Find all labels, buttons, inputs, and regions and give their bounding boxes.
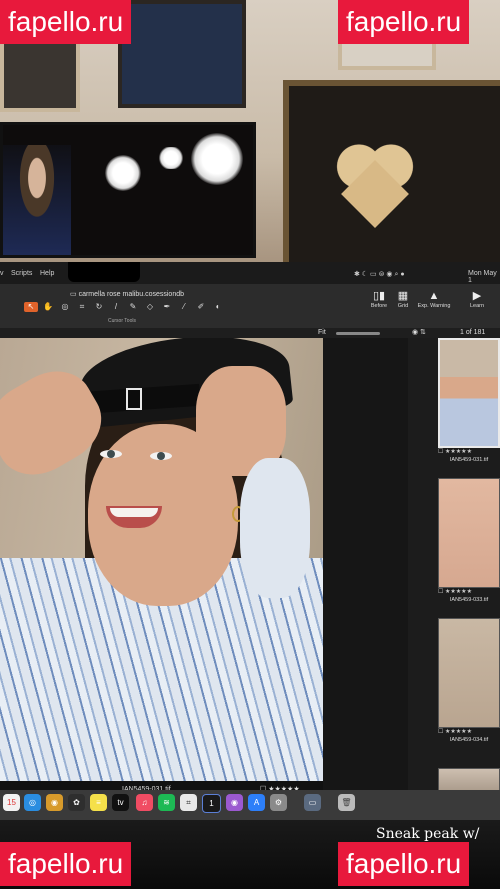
thumb-image bbox=[438, 618, 500, 728]
pipette-tool-icon[interactable]: ⁄ bbox=[177, 302, 191, 312]
cursor-toolbar: ↖ ✋ ◎ ⌗ ↻ / ✎ ◇ ✒ ⁄ ✐ ◐ bbox=[24, 302, 264, 314]
exp-warning-button[interactable]: ▲ Exp. Warning bbox=[416, 290, 452, 309]
photo-eye bbox=[150, 452, 172, 460]
grid-label: Grid bbox=[397, 303, 409, 309]
watermark-top-left: fapello.ru bbox=[0, 0, 132, 44]
photo-cap-buckle bbox=[126, 388, 142, 410]
thumb-stars-text[interactable]: ★★★★★ bbox=[445, 449, 472, 455]
loupe-tool-icon[interactable]: ◎ bbox=[58, 302, 72, 312]
warning-icon: ▲ bbox=[428, 290, 440, 302]
watermark-top-right: fapello.ru bbox=[338, 0, 470, 44]
onepassword-icon[interactable]: 1 bbox=[202, 794, 221, 813]
camera-notch bbox=[68, 262, 140, 282]
wall-frame bbox=[118, 0, 246, 108]
gradient-tool-icon[interactable]: ◐ bbox=[211, 302, 225, 312]
eraser-tool-icon[interactable]: ◇ bbox=[143, 302, 157, 312]
thumb-stars-text[interactable]: ★★★★★ bbox=[445, 729, 472, 735]
filmstrip-thumb[interactable]: ☐ ★★★★★ IAN5459-031.tif bbox=[438, 338, 500, 463]
thumb-image bbox=[438, 478, 500, 588]
menu-help[interactable]: Help bbox=[40, 270, 54, 277]
document-title-text: carmella rose malibu.cosessiondb bbox=[78, 291, 184, 298]
thumb-stars[interactable]: ☐ ★★★★★ bbox=[438, 588, 500, 597]
learn-label: Learn bbox=[469, 303, 485, 309]
cursor-tools-label: Cursor Tools bbox=[108, 318, 136, 324]
screenshot-icon[interactable]: ⌗ bbox=[180, 794, 197, 811]
photo-eye bbox=[100, 450, 122, 458]
overlay-caption: Sneak peak w/ bbox=[376, 826, 480, 842]
podcasts-icon[interactable]: ◉ bbox=[226, 794, 243, 811]
photo-sleeve bbox=[240, 458, 310, 598]
filmstrip-thumb[interactable]: ☐ ★★★★★ IAN5459-033.tif bbox=[438, 478, 500, 603]
laptop-screen: v Scripts Help ✱ ☾ ▭ ⊜ ◉ ⌕ ● Mon May 1 ▭… bbox=[0, 262, 500, 822]
grid-icon: ▦ bbox=[397, 290, 409, 302]
learn-icon: ▶ bbox=[472, 290, 482, 302]
crop-tool-icon[interactable]: ⌗ bbox=[75, 302, 89, 312]
grid-button[interactable]: ▦ Grid bbox=[388, 290, 418, 309]
thumb-stars[interactable]: ☐ ★★★★★ bbox=[438, 728, 500, 737]
cursor-tool-icon[interactable]: ↖ bbox=[24, 302, 38, 312]
thumb-filename: IAN5459-031.tif bbox=[449, 457, 489, 463]
before-label: Before bbox=[370, 303, 388, 309]
viewer-subbar: Fit ◉ ⇅ 1 of 181 bbox=[0, 328, 500, 338]
thumb-image bbox=[438, 338, 500, 448]
thumb-stars[interactable]: ☐ ★★★★★ bbox=[438, 448, 500, 457]
calendar-icon[interactable]: 15 bbox=[3, 794, 20, 811]
exp-warning-label: Exp. Warning bbox=[417, 303, 451, 309]
heart-shape bbox=[335, 142, 415, 212]
photo-teeth bbox=[110, 508, 158, 517]
watermark-bottom-right: fapello.ru bbox=[338, 842, 470, 886]
finder-window-icon[interactable]: ▭ bbox=[304, 794, 321, 811]
zoom-slider[interactable] bbox=[336, 332, 380, 335]
music-icon[interactable]: ♫ bbox=[136, 794, 153, 811]
status-icons: ✱ ☾ ▭ ⊜ ◉ ⌕ ● bbox=[354, 271, 405, 278]
menu-scripts[interactable]: Scripts bbox=[11, 270, 32, 277]
heart-painting bbox=[283, 80, 500, 272]
dock: 15 ◎ ◉ ✿ ≡ tv ♫ ≋ ⌗ 1 ◉ A ⚙ ▭ 🗑 bbox=[0, 790, 500, 820]
menu-item[interactable]: v bbox=[0, 270, 4, 277]
image-viewer[interactable] bbox=[0, 338, 323, 781]
thumb-filename: IAN5459-034.tif bbox=[449, 737, 489, 743]
photos-icon[interactable]: ✿ bbox=[68, 794, 85, 811]
hand-tool-icon[interactable]: ✋ bbox=[41, 302, 55, 312]
rotate-tool-icon[interactable]: ↻ bbox=[92, 302, 106, 312]
image-counter: 1 of 181 bbox=[460, 329, 486, 336]
viewer-gap bbox=[323, 338, 408, 803]
lamp bbox=[105, 155, 141, 191]
learn-button[interactable]: ▶ Learn bbox=[462, 290, 492, 309]
safari-icon[interactable]: ◎ bbox=[24, 794, 41, 811]
thumb-stars-text[interactable]: ★★★★★ bbox=[445, 589, 472, 595]
app-store-icon[interactable]: A bbox=[248, 794, 265, 811]
filmstrip: ☐ ★★★★★ IAN5459-031.tif ☐ ★★★★★ IAN5459-… bbox=[408, 338, 500, 803]
notes-icon[interactable]: ≡ bbox=[90, 794, 107, 811]
trash-icon[interactable]: 🗑 bbox=[338, 794, 355, 811]
filmstrip-thumb[interactable]: ☐ ★★★★★ IAN5459-034.tif bbox=[438, 618, 500, 743]
lamp bbox=[191, 133, 243, 185]
thumb-filename: IAN5459-033.tif bbox=[449, 597, 489, 603]
pen-tool-icon[interactable]: ✒ bbox=[160, 302, 174, 312]
spotify-icon[interactable]: ≋ bbox=[158, 794, 175, 811]
lamp bbox=[158, 147, 184, 169]
tv-person bbox=[3, 145, 71, 255]
menubar-clock: Mon May 1 bbox=[468, 270, 497, 284]
tv-screen bbox=[0, 122, 256, 258]
pencil-tool-icon[interactable]: ✐ bbox=[194, 302, 208, 312]
brush-tool-icon[interactable]: ✎ bbox=[126, 302, 140, 312]
title-bar: ▭ carmella rose malibu.cosessiondb ↖ ✋ ◎… bbox=[0, 284, 500, 329]
document-title: ▭ carmella rose malibu.cosessiondb bbox=[70, 291, 184, 298]
zoom-fit[interactable]: Fit bbox=[318, 329, 326, 336]
apple-tv-icon[interactable]: tv bbox=[112, 794, 129, 811]
settings-icon[interactable]: ⚙ bbox=[270, 794, 287, 811]
straighten-tool-icon[interactable]: / bbox=[109, 302, 123, 312]
capture-one-icon[interactable]: ◉ bbox=[46, 794, 63, 811]
view-icons[interactable]: ◉ ⇅ bbox=[412, 328, 426, 336]
watermark-bottom-left: fapello.ru bbox=[0, 842, 132, 886]
